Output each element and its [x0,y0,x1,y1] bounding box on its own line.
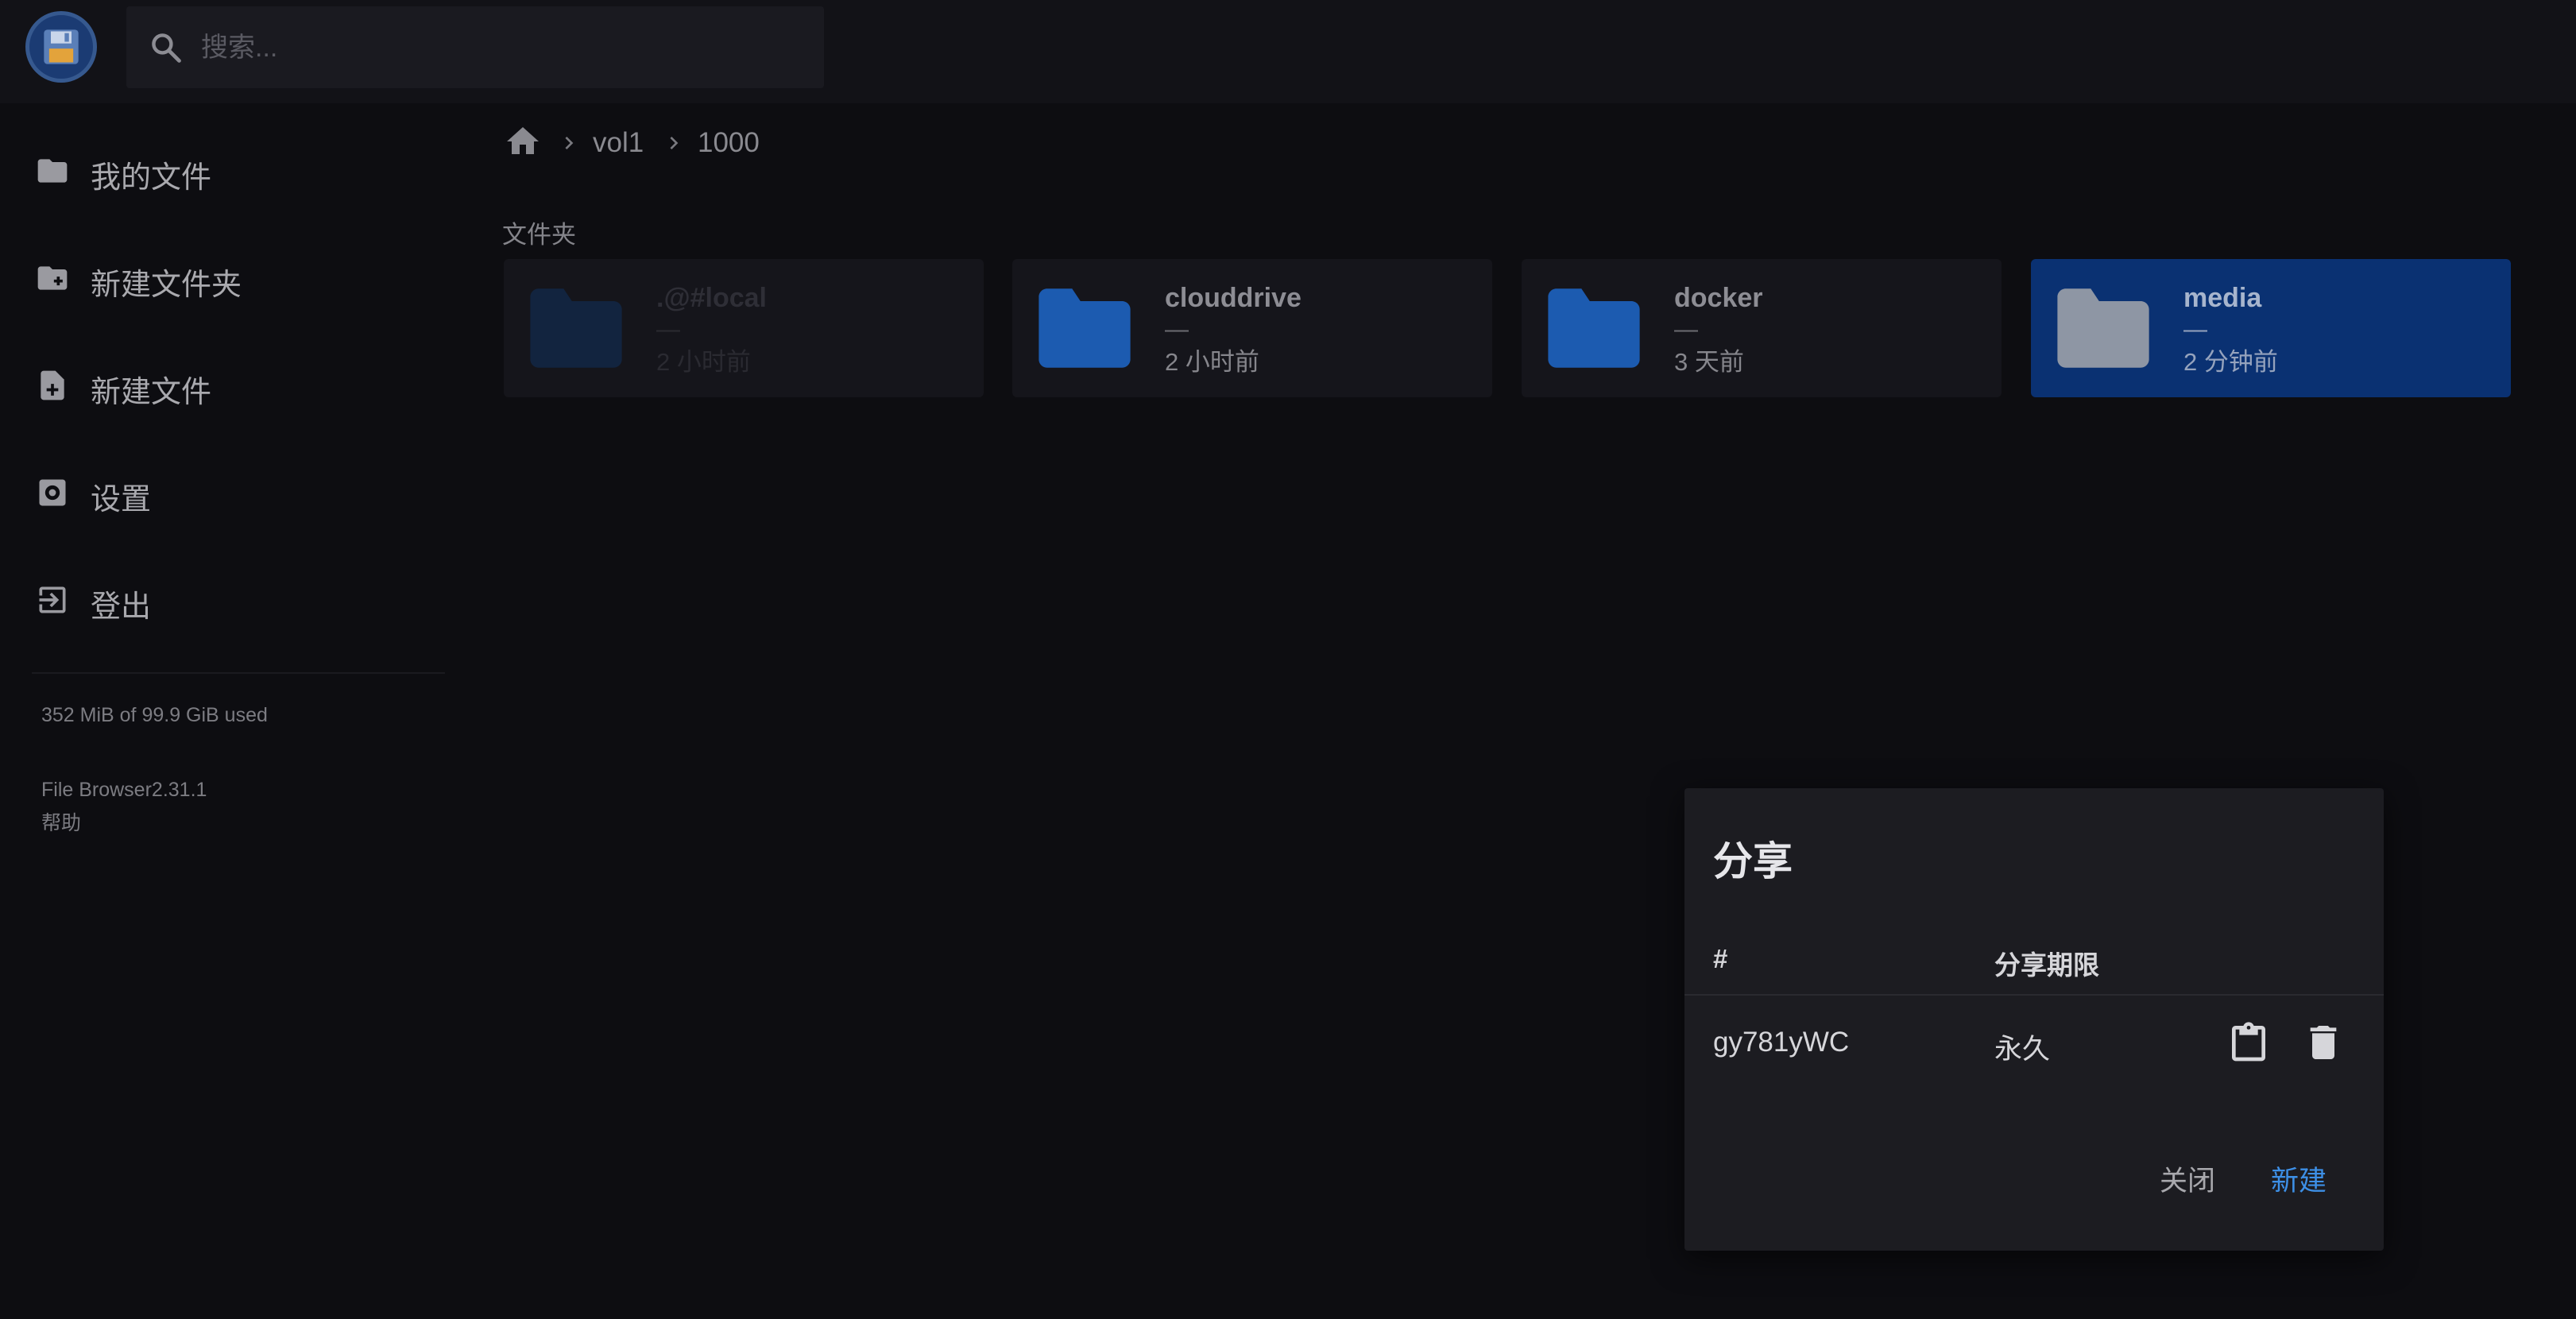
folder-modified: 2 分钟前 [2183,348,2278,376]
folder-size: — [2183,316,2207,342]
folders-section-title: 文件夹 [502,221,576,249]
settings-icon [39,479,66,506]
help-link[interactable]: 帮助 [41,807,81,836]
note-add-icon [41,370,64,400]
chevron-right-icon [565,137,574,149]
folder-icon [37,159,68,183]
folder-modified: 3 天前 [1674,348,1744,376]
floppy-disk-icon [44,29,79,64]
sidebar-item-label: 我的文件 [91,161,212,195]
sidebar-item-logout[interactable]: 登出 [0,556,445,644]
folder-icon [1548,288,1640,368]
column-header-expiry: 分享期限 [1994,950,2099,980]
folder-size: — [1165,316,1189,342]
folder-name: .@#local [656,283,767,313]
sidebar-item-label: 设置 [91,483,152,516]
column-header-hash: # [1713,944,1728,973]
sidebar-item-label: 登出 [91,590,152,624]
close-button[interactable]: 关闭 [2160,1158,2215,1199]
folder-modified: 2 小时前 [1165,348,1259,376]
sidebar-item-my-files[interactable]: 我的文件 [0,127,445,215]
search-icon [152,33,181,63]
folder-icon [1039,288,1131,368]
share-hash[interactable]: gy781yWC [1713,1027,1849,1058]
folder-size: — [1674,316,1698,342]
folder-card[interactable]: clouddrive — 2 小时前 [1012,259,1492,397]
sidebar-item-label: 新建文件夹 [91,269,242,302]
sidebar-item-new-folder[interactable]: 新建文件夹 [0,234,445,322]
logout-icon [39,586,66,613]
app-logo[interactable] [25,11,97,83]
dialog-divider [1684,994,2384,996]
new-share-button[interactable]: 新建 [2271,1158,2327,1199]
folder-size: — [656,316,680,342]
breadcrumb-item-vol1[interactable]: vol1 [593,127,644,159]
folder-name: docker [1674,283,1763,313]
home-icon[interactable] [504,122,542,161]
folder-icon [2057,288,2149,368]
search-box[interactable] [126,6,824,88]
sidebar-divider [32,672,445,674]
app-version: File Browser2.31.1 [41,779,207,801]
chevron-right-icon [670,137,679,149]
clipboard-copy-icon[interactable] [2226,1020,2271,1065]
delete-icon[interactable] [2301,1020,2346,1065]
folder-name: media [2183,283,2262,313]
create-folder-icon [37,266,68,290]
folder-card[interactable]: .@#local — 2 小时前 [504,259,984,397]
search-input[interactable] [199,22,791,73]
sidebar-item-settings[interactable]: 设置 [0,449,445,536]
storage-usage: 352 MiB of 99.9 GiB used [41,704,268,726]
folder-icon [530,288,622,368]
folder-card-selected[interactable]: media — 2 分钟前 [2031,259,2511,397]
share-dialog: 分享 # 分享期限 gy781yWC 永久 关闭 新建 [1684,788,2384,1251]
folder-modified: 2 小时前 [656,348,751,376]
share-expiry: 永久 [1994,1034,2051,1065]
sidebar-item-label: 新建文件 [91,376,212,409]
sidebar: 我的文件 新建文件夹 新建文件 设置 登出 352 MiB of 99.9 Gi… [0,103,453,1319]
dialog-title: 分享 [1713,839,1793,884]
folder-name: clouddrive [1165,283,1302,313]
sidebar-item-new-file[interactable]: 新建文件 [0,342,445,429]
breadcrumb-item-1000[interactable]: 1000 [698,127,760,159]
folder-card[interactable]: docker — 3 天前 [1522,259,2002,397]
app-header [0,0,2576,103]
